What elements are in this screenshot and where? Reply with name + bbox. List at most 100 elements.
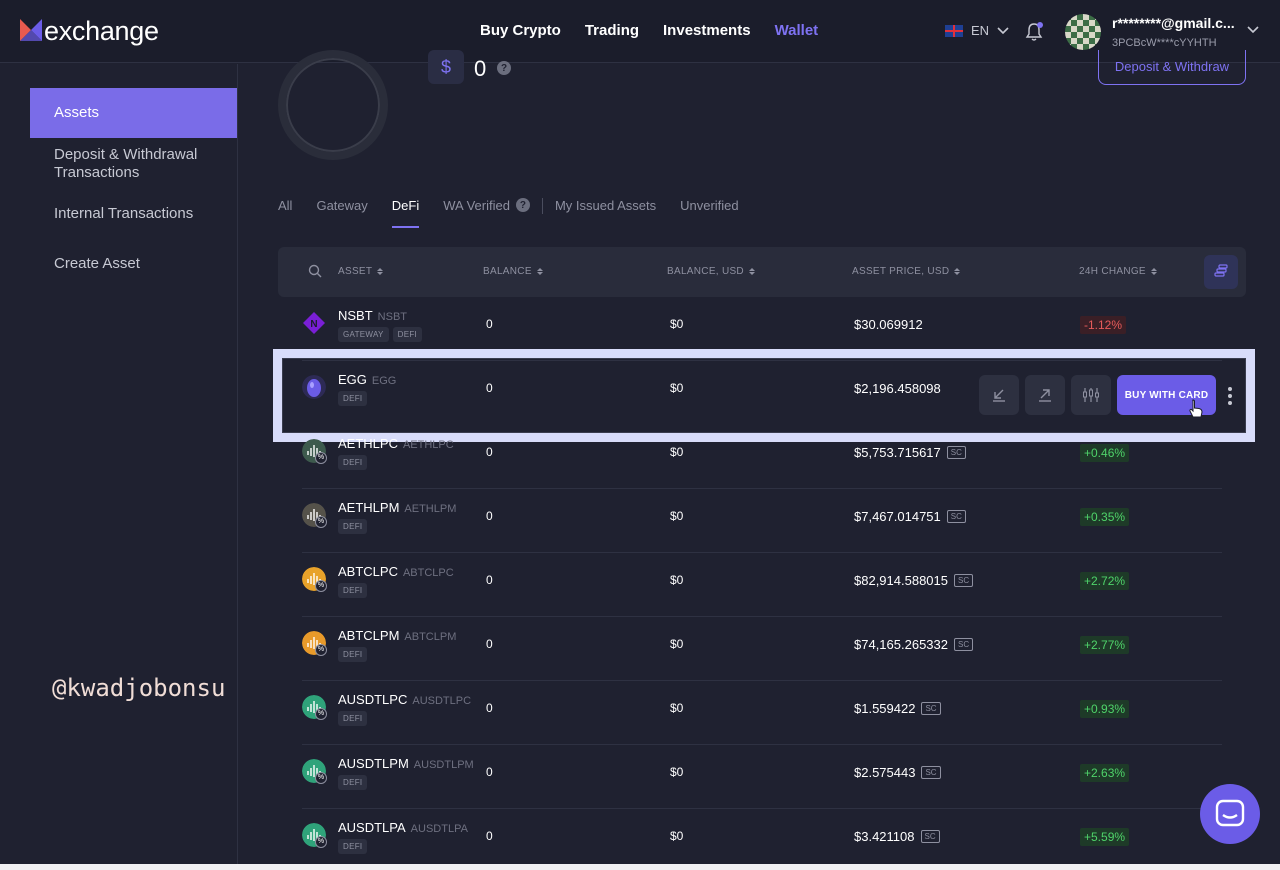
sidebar-item-internal-transactions[interactable]: Internal Transactions xyxy=(30,205,237,222)
exchange-logo[interactable]: exchange xyxy=(20,16,159,47)
tab-wa-verified[interactable]: WA Verified? xyxy=(443,198,530,228)
lp-badge-icon: % xyxy=(315,836,327,848)
table-row[interactable]: % ABTCLPM ABTCLPM DEFI 0 $0 $74,165.26533… xyxy=(302,617,1222,681)
asset-price: $74,165.265332 SC xyxy=(854,637,974,652)
asset-tags: DEFI xyxy=(338,839,368,854)
column-header-balance[interactable]: BALANCE xyxy=(483,266,543,277)
asset-price: $30.069912 xyxy=(854,317,923,332)
column-header-asset[interactable]: ASSET xyxy=(338,266,384,277)
tag-defi: DEFI xyxy=(338,391,368,406)
currency-icon: $ xyxy=(428,50,464,84)
asset-ticker: ABTCLPM xyxy=(404,631,457,643)
tab-my-issued-assets[interactable]: My Issued Assets xyxy=(555,198,656,228)
table-row[interactable]: % AUSDTLPM AUSDTLPM DEFI 0 $0 $2.575443 SC… xyxy=(302,745,1222,809)
balance-usd-value: $0 xyxy=(670,637,684,651)
logo-text: exchange xyxy=(44,16,159,46)
table-row[interactable]: % AUSDTLPC AUSDTLPC DEFI 0 $0 $1.559422 SC… xyxy=(302,681,1222,745)
send-button[interactable] xyxy=(1025,375,1065,415)
main-nav: Buy Crypto Trading Investments Wallet xyxy=(480,22,818,39)
sidebar-item-assets[interactable]: Assets xyxy=(30,88,237,138)
total-balance: 0 xyxy=(474,56,487,81)
lp-badge-icon: % xyxy=(315,708,327,720)
change-badge: +0.35% xyxy=(1080,508,1130,526)
asset-tags: DEFI xyxy=(338,775,368,790)
help-icon[interactable]: ? xyxy=(497,61,511,75)
tab-all[interactable]: All xyxy=(278,198,292,228)
asset-tags: DEFI xyxy=(338,647,368,662)
table-row[interactable]: % AETHLPC AETHLPC DEFI 0 $0 $5,753.715617… xyxy=(302,425,1222,489)
sidebar: Assets Deposit & Withdrawal Transactions… xyxy=(0,64,238,870)
egg-icon xyxy=(302,375,326,399)
asset-ticker: AETHLPM xyxy=(404,503,457,515)
change-badge: +2.63% xyxy=(1080,764,1130,782)
nav-wallet[interactable]: Wallet xyxy=(775,22,819,39)
avatar[interactable] xyxy=(1065,14,1101,50)
portfolio-ring-chart xyxy=(278,50,388,160)
tag-defi: DEFI xyxy=(392,327,423,342)
nav-buy-crypto[interactable]: Buy Crypto xyxy=(480,22,561,39)
hand-cursor-icon xyxy=(1189,399,1203,418)
sort-icon xyxy=(377,268,384,275)
lp-badge-icon: % xyxy=(315,644,327,656)
tab-defi[interactable]: DeFi xyxy=(391,198,420,228)
chevron-down-icon[interactable] xyxy=(1247,26,1259,34)
sort-icon xyxy=(536,268,543,275)
change-badge: +2.72% xyxy=(1080,572,1130,590)
column-header-balance-usd[interactable]: BALANCE, USD xyxy=(667,266,755,277)
lp-badge-icon: % xyxy=(315,452,327,464)
asset-ticker: AUSDTLPC xyxy=(412,695,472,707)
search-icon[interactable] xyxy=(308,264,322,278)
column-header-asset-price[interactable]: ASSET PRICE, USD xyxy=(852,266,961,277)
sidebar-item-create-asset[interactable]: Create Asset xyxy=(30,255,237,272)
balance-value: 0 xyxy=(486,509,493,523)
candlestick-icon xyxy=(1083,388,1099,402)
asset-price: $2,196.458098 xyxy=(854,381,941,396)
nav-trading[interactable]: Trading xyxy=(585,22,639,39)
trade-button[interactable] xyxy=(1071,375,1111,415)
change-badge: +2.77% xyxy=(1080,636,1130,654)
column-header-24h-change[interactable]: 24H CHANGE xyxy=(1079,266,1157,277)
balance-usd-value: $0 xyxy=(670,445,684,459)
smart-contract-badge: SC xyxy=(953,574,974,587)
table-row-selected[interactable]: EGG EGG DEFI 0 $0 $2,196.458098 BUY WITH … xyxy=(302,361,1232,425)
balance-value: 0 xyxy=(486,701,493,715)
smart-contract-badge: SC xyxy=(920,830,940,843)
help-icon[interactable]: ? xyxy=(515,198,530,212)
arrow-up-right-icon xyxy=(1039,389,1051,402)
more-options-icon[interactable] xyxy=(1228,387,1232,405)
deposit-withdraw-button[interactable]: Deposit & Withdraw xyxy=(1098,50,1246,85)
lp-badge-icon: % xyxy=(315,772,327,784)
tab-gateway[interactable]: Gateway xyxy=(316,198,367,228)
table-row[interactable]: % AETHLPM AETHLPM DEFI 0 $0 $7,467.014751… xyxy=(302,489,1222,553)
support-chat-button[interactable] xyxy=(1200,784,1260,844)
asset-name: AUSDTLPM AUSDTLPM xyxy=(338,756,474,771)
tag-defi: DEFI xyxy=(338,711,368,726)
user-email[interactable]: r********@gmail.c... xyxy=(1112,15,1235,31)
chat-icon xyxy=(1215,799,1245,827)
balance-value: 0 xyxy=(486,573,493,587)
tab-unverified[interactable]: Unverified xyxy=(680,198,739,228)
language-label: EN xyxy=(971,23,990,38)
tag-defi: DEFI xyxy=(338,839,368,854)
balance-value: 0 xyxy=(486,829,493,843)
table-row[interactable]: % AUSDTLPA AUSDTLPA DEFI 0 $0 $3.421108 SC… xyxy=(302,809,1222,870)
top-header: exchange Buy Crypto Trading Investments … xyxy=(0,0,1280,63)
portfolio-view-button[interactable] xyxy=(1204,255,1238,289)
asset-price: $1.559422 SC xyxy=(854,701,941,716)
receive-button[interactable] xyxy=(979,375,1019,415)
asset-name: ABTCLPM ABTCLPM xyxy=(338,628,457,643)
notifications-button[interactable] xyxy=(1024,22,1044,42)
nav-investments[interactable]: Investments xyxy=(663,22,751,39)
asset-name: EGG EGG xyxy=(338,372,397,387)
balance-usd-value: $0 xyxy=(670,829,684,843)
language-selector[interactable]: EN xyxy=(945,23,1009,38)
balance-value: 0 xyxy=(486,381,493,395)
nsbt-icon: N xyxy=(303,312,325,334)
asset-ticker: EGG xyxy=(371,375,397,387)
uk-flag-icon xyxy=(945,24,963,37)
table-row[interactable]: % ABTCLPC ABTCLPC DEFI 0 $0 $82,914.58801… xyxy=(302,553,1222,617)
asset-name: AETHLPC AETHLPC xyxy=(338,436,454,451)
table-row[interactable]: N NSBT NSBT GATEWAY DEFI 0 $0 $30.069912 -… xyxy=(302,297,1222,361)
balance-value: 0 xyxy=(486,765,493,779)
sidebar-item-deposit-withdrawal[interactable]: Deposit & Withdrawal Transactions xyxy=(30,146,220,182)
